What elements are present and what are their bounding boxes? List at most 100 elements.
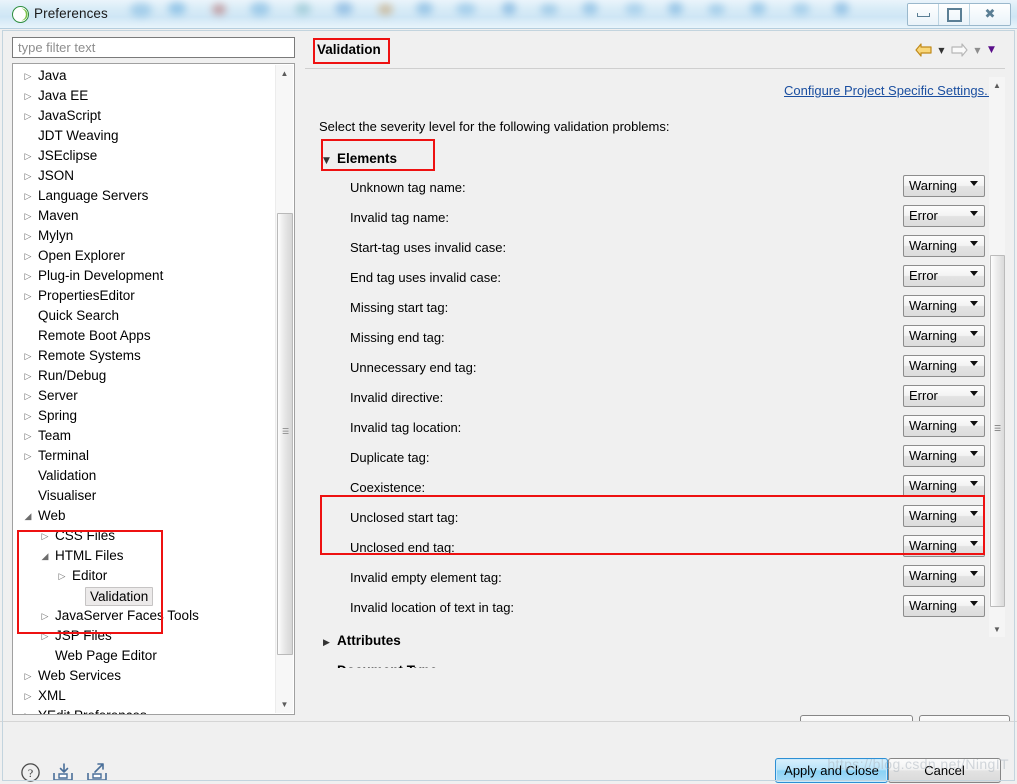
tree-scroll-thumb[interactable]: ☰ [277,213,293,655]
chevron-down-icon[interactable] [970,241,978,246]
tree-item[interactable]: Validation [13,586,276,606]
severity-dropdown[interactable]: Warning [903,295,985,317]
minimize-button[interactable] [908,4,939,25]
section-twisty-collapsed-icon[interactable]: ▶ [323,638,337,648]
tree-twisty-expanded-icon[interactable]: ◢ [21,506,35,526]
tree-item[interactable]: ▷JavaScript [13,106,276,126]
tree-item[interactable]: ▷Remote Systems [13,346,276,366]
tree-scrollbar[interactable]: ▲ ☰ ▼ [275,65,293,713]
tree-item[interactable]: ▷Java [13,66,276,86]
severity-dropdown[interactable]: Error [903,385,985,407]
tree-item[interactable]: ▷Mylyn [13,226,276,246]
severity-dropdown[interactable]: Warning [903,325,985,347]
chevron-down-icon[interactable] [970,451,978,456]
tree-twisty-collapsed-icon[interactable]: ▷ [21,686,35,706]
tree-item[interactable]: ▷JavaServer Faces Tools [13,606,276,626]
tree-twisty-collapsed-icon[interactable]: ▷ [21,226,35,246]
page-menu-dropdown-icon[interactable]: ▼ [986,45,997,55]
chevron-down-icon[interactable] [970,541,978,546]
tree-twisty-collapsed-icon[interactable]: ▷ [38,626,52,646]
tree-item[interactable]: ▷YEdit Preferences [13,706,276,715]
tree-twisty-collapsed-icon[interactable]: ▷ [38,606,52,626]
chevron-down-icon[interactable] [970,301,978,306]
tree-item[interactable]: Web Page Editor [13,646,276,666]
chevron-down-icon[interactable] [970,511,978,516]
tree-twisty-collapsed-icon[interactable]: ▷ [38,526,52,546]
tree-item[interactable]: ▷Spring [13,406,276,426]
severity-dropdown[interactable]: Error [903,205,985,227]
tree-twisty-collapsed-icon[interactable]: ▷ [21,406,35,426]
forward-dropdown-icon[interactable]: ▼ [972,46,983,55]
tree-twisty-collapsed-icon[interactable]: ▷ [21,186,35,206]
tree-item[interactable]: JDT Weaving [13,126,276,146]
tree-scroll-down-icon[interactable]: ▼ [276,696,293,713]
tree-item[interactable]: ▷XML [13,686,276,706]
tree-twisty-expanded-icon[interactable]: ◢ [38,546,52,566]
content-scrollbar[interactable]: ▲ ☰ ▼ [989,77,1005,637]
tree-item[interactable]: ◢Web [13,506,276,526]
tree-item[interactable]: ▷Open Explorer [13,246,276,266]
tree-item[interactable]: ▷JSON [13,166,276,186]
severity-dropdown[interactable]: Warning [903,175,985,197]
content-scroll-down-icon[interactable]: ▼ [989,621,1005,637]
content-scroll-thumb[interactable]: ☰ [990,255,1005,607]
tree-item[interactable]: ▷Editor [13,566,276,586]
help-question-icon[interactable]: ? [20,762,41,783]
close-button[interactable]: ✖ [970,4,1010,25]
tree-twisty-collapsed-icon[interactable]: ▷ [21,166,35,186]
configure-project-specific-settings-link[interactable]: Configure Project Specific Settings... [784,83,995,98]
tree-item[interactable]: ▷Server [13,386,276,406]
tree-item[interactable]: ▷PropertiesEditor [13,286,276,306]
tree-twisty-collapsed-icon[interactable]: ▷ [21,286,35,306]
section-header[interactable]: ▶Attributes [323,633,401,648]
tree-item[interactable]: ▷JSEclipse [13,146,276,166]
tree-item[interactable]: Quick Search [13,306,276,326]
chevron-down-icon[interactable] [970,601,978,606]
section-twisty-expanded-icon[interactable]: ▼ [323,156,337,166]
tree-item[interactable]: ▷Terminal [13,446,276,466]
filter-input[interactable] [12,37,295,58]
tree-twisty-collapsed-icon[interactable]: ▷ [21,266,35,286]
tree-twisty-collapsed-icon[interactable]: ▷ [21,106,35,126]
tree-item[interactable]: Remote Boot Apps [13,326,276,346]
chevron-down-icon[interactable] [970,331,978,336]
export-icon[interactable] [85,762,109,783]
preferences-tree[interactable]: ▷Java▷Java EE▷JavaScriptJDT Weaving▷JSEc… [12,63,295,715]
tree-item[interactable]: ▷Plug-in Development [13,266,276,286]
tree-item[interactable]: ▷Language Servers [13,186,276,206]
tree-twisty-collapsed-icon[interactable]: ▷ [21,86,35,106]
severity-dropdown[interactable]: Warning [903,355,985,377]
tree-twisty-collapsed-icon[interactable]: ▷ [21,146,35,166]
section-header[interactable]: ▼Elements [323,151,397,166]
tree-twisty-collapsed-icon[interactable]: ▷ [55,566,69,586]
tree-item[interactable]: Validation [13,466,276,486]
severity-dropdown[interactable]: Warning [903,595,985,617]
severity-dropdown[interactable]: Warning [903,235,985,257]
cancel-button[interactable]: Cancel [888,758,1001,783]
apply-and-close-button[interactable]: Apply and Close [775,758,888,783]
severity-dropdown[interactable]: Warning [903,535,985,557]
chevron-down-icon[interactable] [970,481,978,486]
severity-dropdown[interactable]: Warning [903,445,985,467]
severity-dropdown[interactable]: Warning [903,475,985,497]
tree-twisty-collapsed-icon[interactable]: ▷ [21,386,35,406]
tree-item[interactable]: ▷Java EE [13,86,276,106]
severity-dropdown[interactable]: Error [903,265,985,287]
back-arrow-icon[interactable] [914,42,933,58]
severity-dropdown[interactable]: Warning [903,565,985,587]
tree-scroll-up-icon[interactable]: ▲ [276,65,293,82]
tree-twisty-collapsed-icon[interactable]: ▷ [21,666,35,686]
maximize-button[interactable] [939,4,970,25]
tree-item[interactable]: ▷JSP Files [13,626,276,646]
tree-twisty-collapsed-icon[interactable]: ▷ [21,706,35,715]
severity-dropdown[interactable]: Warning [903,505,985,527]
chevron-down-icon[interactable] [970,271,978,276]
chevron-down-icon[interactable] [970,421,978,426]
tree-item[interactable]: ▷Maven [13,206,276,226]
tree-twisty-collapsed-icon[interactable]: ▷ [21,366,35,386]
chevron-down-icon[interactable] [970,181,978,186]
import-icon[interactable] [51,762,75,783]
section-header[interactable]: ▶Document Type [323,663,437,668]
tree-item[interactable]: ◢HTML Files [13,546,276,566]
chevron-down-icon[interactable] [970,211,978,216]
